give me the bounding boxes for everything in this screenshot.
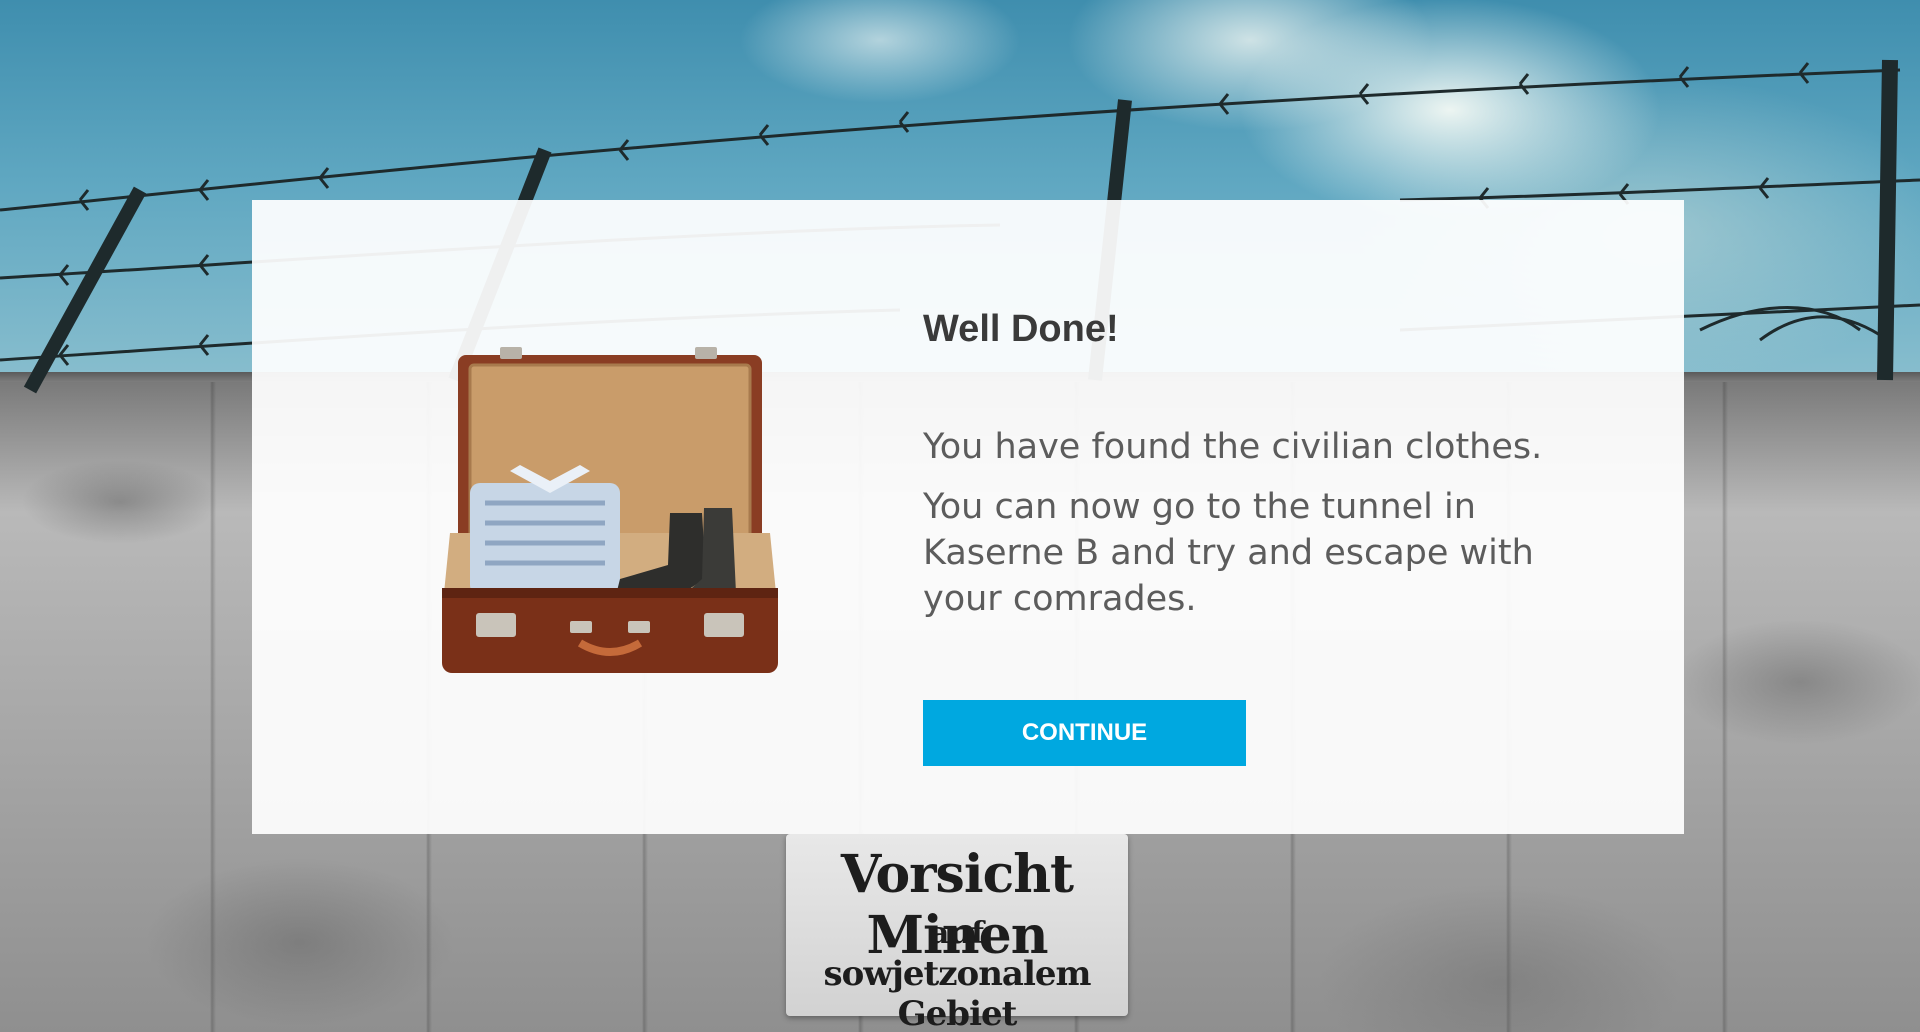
success-dialog: Well Done! You have found the civilian c… [252, 200, 1684, 834]
sign-line-2: auf [929, 916, 985, 951]
dialog-title: Well Done! [923, 308, 1119, 350]
mines-warning-sign: Vorsicht Minen auf sowjetzonalem Gebiet [786, 834, 1128, 1032]
dialog-message-line-1: You have found the civilian clothes. [923, 427, 1543, 467]
dialog-message-line-2: You can now go to the tunnel in Kaserne … [923, 487, 1534, 619]
suitcase-illustration [442, 347, 778, 673]
continue-button[interactable]: CONTINUE [923, 700, 1246, 766]
sign-line-3: sowjetzonalem Gebiet [823, 954, 1092, 1032]
